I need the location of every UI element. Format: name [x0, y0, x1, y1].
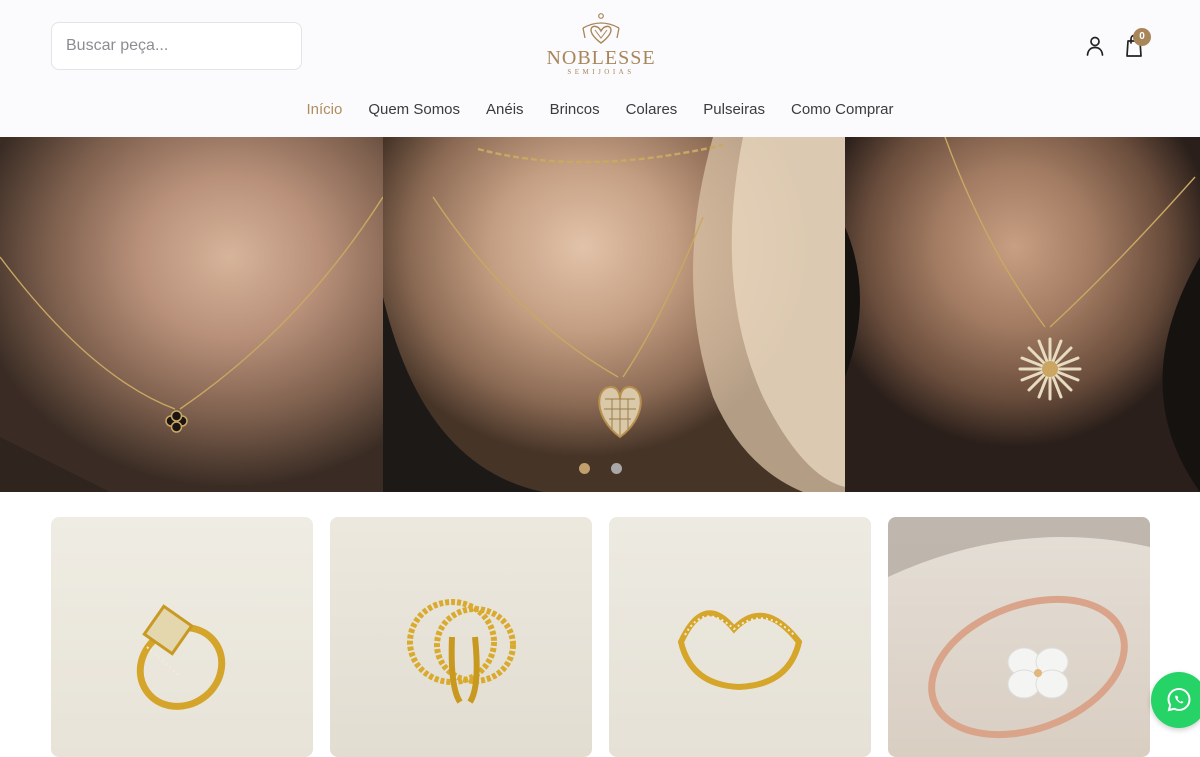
product-image-beaded-ring — [407, 599, 516, 704]
search-input[interactable] — [52, 23, 301, 69]
site-header: NOBLESSE SEMIJOIAS 0 Início Quem Somos Ané… — [0, 0, 1200, 137]
carousel-dots — [578, 463, 628, 475]
whatsapp-icon — [1167, 687, 1191, 712]
product-image-chevron-ring — [677, 610, 803, 691]
hero-image-clover-necklace — [0, 137, 383, 492]
nav-item-colares[interactable]: Colares — [626, 97, 678, 123]
brand-name: NOBLESSE — [546, 47, 656, 69]
product-card-4[interactable] — [888, 517, 1150, 757]
hero-image-snowflake-necklace — [845, 137, 1200, 492]
product-card-3[interactable] — [609, 517, 871, 757]
main-nav: Início Quem Somos Anéis Brincos Colares Pulse… — [0, 97, 1200, 123]
whatsapp-button[interactable] — [1151, 672, 1200, 728]
carousel-dot-2[interactable] — [611, 463, 622, 474]
nav-item-inicio[interactable]: Início — [306, 97, 342, 123]
carousel-dot-1[interactable] — [579, 463, 590, 474]
cart-count-badge: 0 — [1133, 28, 1151, 46]
product-image-zircon-ring — [136, 604, 226, 710]
nav-item-pulseiras[interactable]: Pulseiras — [703, 97, 765, 123]
account-button[interactable] — [1083, 34, 1107, 58]
nav-item-brincos[interactable]: Brincos — [550, 97, 600, 123]
nav-item-quem-somos[interactable]: Quem Somos — [368, 97, 460, 123]
product-card-2[interactable] — [330, 517, 592, 757]
hero-carousel[interactable] — [0, 137, 1200, 492]
brand-subtitle: SEMIJOIAS — [567, 68, 635, 76]
user-icon — [1086, 36, 1104, 56]
crown-heart-icon — [582, 13, 620, 44]
search-box[interactable] — [51, 22, 302, 70]
hero-image-heart-necklace — [383, 137, 845, 492]
product-image-flower-bracelet — [888, 517, 1150, 739]
nav-item-como-comprar[interactable]: Como Comprar — [791, 97, 894, 123]
product-grid — [0, 492, 1200, 757]
brand-logo[interactable]: NOBLESSE SEMIJOIAS — [545, 12, 657, 80]
nav-item-aneis[interactable]: Anéis — [486, 97, 524, 123]
product-card-1[interactable] — [51, 517, 313, 757]
